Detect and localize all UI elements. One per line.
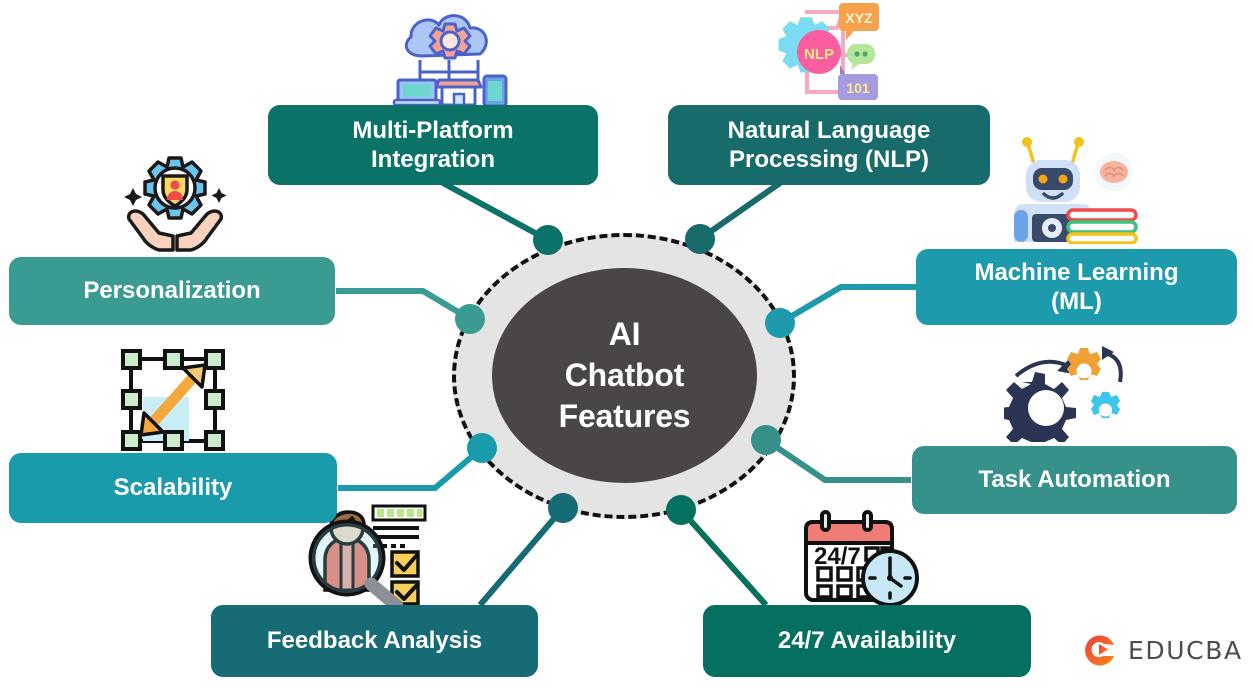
cloud-devices-gear-icon — [392, 2, 508, 111]
feature-label-availability-24-7: 24/7 Availability — [777, 627, 957, 655]
connector-scalability — [338, 445, 484, 491]
connector-availability-24-7 — [678, 507, 769, 608]
feature-box-task-automation[interactable]: Task Automation — [912, 446, 1237, 514]
feature-box-availability-24-7[interactable]: 24/7 Availability — [703, 605, 1031, 677]
feature-box-natural-language-processing[interactable]: Natural Language Processing (NLP) — [668, 105, 990, 185]
hub-core: AI Chatbot Features — [492, 268, 757, 483]
svg-text:24/7: 24/7 — [814, 543, 861, 570]
svg-text:XYZ: XYZ — [845, 10, 873, 26]
hands-gear-user-shield-icon — [113, 152, 237, 261]
connector-machine-learning — [778, 284, 916, 326]
diagram-canvas: AI Chatbot Features NLP XYZ 101 24/7 Mul… — [0, 0, 1253, 688]
connector-multi-platform-integration — [441, 180, 550, 243]
connector-task-automation — [764, 437, 911, 483]
nlp-gear-bubbles-icon: NLP XYZ 101 — [775, 0, 895, 109]
feature-box-feedback-analysis[interactable]: Feedback Analysis — [211, 605, 538, 677]
feature-label-multi-platform-integration: Multi-Platform Integration — [352, 116, 514, 173]
feature-box-multi-platform-integration[interactable]: Multi-Platform Integration — [268, 105, 598, 185]
hub-title-line-2: Chatbot — [564, 357, 685, 394]
calendar-clock-24-7-icon: 24/7 — [800, 510, 922, 611]
svg-text:101: 101 — [846, 80, 870, 96]
feature-label-scalability: Scalability — [113, 474, 233, 502]
connector-personalization — [336, 288, 472, 322]
resize-arrow-handles-icon — [117, 345, 229, 460]
connector-feedback-analysis — [477, 506, 566, 607]
hub-title: AI Chatbot Features — [559, 314, 691, 437]
feature-box-scalability[interactable]: Scalability — [9, 453, 337, 523]
educba-e-logo-icon — [1085, 635, 1114, 666]
three-gears-rotation-icon — [999, 338, 1128, 452]
hub-title-line-3: Features — [558, 397, 691, 434]
feature-label-feedback-analysis: Feedback Analysis — [266, 627, 483, 655]
feature-label-personalization: Personalization — [83, 277, 261, 305]
educba-wordmark: EDUCBA — [1128, 635, 1243, 665]
svg-text:NLP: NLP — [804, 46, 834, 63]
feature-box-personalization[interactable]: Personalization — [9, 257, 335, 325]
feature-label-natural-language-processing: Natural Language Processing (NLP) — [727, 116, 931, 173]
feature-label-machine-learning: Machine Learning (ML) — [974, 258, 1179, 315]
robot-brain-books-icon — [1006, 134, 1140, 249]
feature-label-task-automation: Task Automation — [978, 466, 1171, 494]
connector-natural-language-processing — [698, 180, 782, 242]
feature-box-machine-learning[interactable]: Machine Learning (ML) — [916, 249, 1237, 325]
educba-logo[interactable]: EDUCBA — [1083, 632, 1243, 668]
hub-title-line-1: AI — [608, 316, 641, 353]
